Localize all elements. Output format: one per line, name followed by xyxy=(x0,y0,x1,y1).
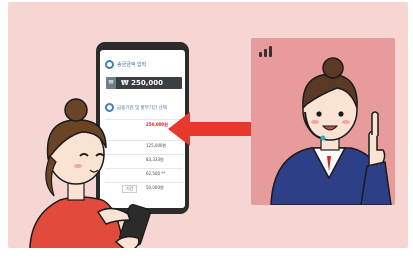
customer-figure xyxy=(29,98,151,248)
signal-icon xyxy=(259,46,272,57)
amount-value: ₩ 250,000 xyxy=(121,79,164,87)
amount-section-header: 송금금액 입력 xyxy=(105,60,146,69)
amount-section-title: 송금금액 입력 xyxy=(117,62,147,68)
currency-icon: ₩ xyxy=(106,77,116,89)
agent-figure xyxy=(270,57,392,205)
section-icon xyxy=(105,60,114,69)
amount-input[interactable]: ₩ ₩ 250,000 xyxy=(106,77,182,89)
illustration-scene: 송금금액 입력 ₩ ₩ 250,000 금융기관 및 할부기간 선택 250,0… xyxy=(8,2,408,248)
agent-card xyxy=(251,38,395,205)
arrow-shaft xyxy=(183,122,255,136)
